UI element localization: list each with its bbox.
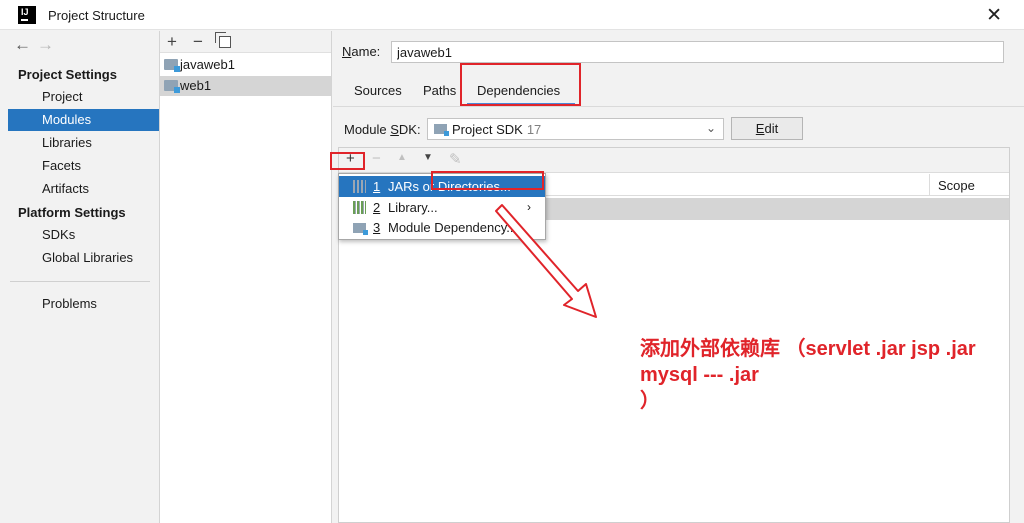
sdk-value: Project SDK	[452, 122, 523, 137]
annotation-line-3: ）	[640, 390, 660, 412]
sidebar-item-global-libraries[interactable]: Global Libraries	[8, 247, 159, 269]
sidebar-item-artifacts[interactable]: Artifacts	[8, 178, 159, 200]
annotation-line-2: mysql --- .jar	[640, 364, 759, 386]
close-icon[interactable]: ✕	[986, 4, 1002, 27]
sidebar-divider	[10, 281, 150, 282]
forward-arrow-icon[interactable]: →	[37, 35, 60, 54]
tabs-divider	[333, 106, 1024, 107]
menu-item-label: Module Dependency...	[388, 220, 518, 235]
window-title: Project Structure	[48, 8, 145, 23]
modules-list-panel: + − javaweb1 web1	[160, 31, 332, 523]
move-up-icon[interactable]: ▲	[397, 152, 407, 163]
module-sdk-label: Module SDK:	[344, 122, 421, 137]
move-down-icon[interactable]: ▼	[423, 152, 433, 163]
module-folder-icon	[164, 80, 180, 93]
modules-toolbar: + −	[160, 31, 331, 53]
tab-paths[interactable]: Paths	[423, 83, 456, 98]
module-item-label: javaweb1	[180, 57, 235, 72]
chevron-down-icon: ⌄	[705, 121, 716, 135]
sidebar-item-modules[interactable]: Modules	[8, 109, 159, 131]
module-item-web1[interactable]: web1	[160, 76, 331, 96]
sidebar-item-project[interactable]: Project	[8, 86, 159, 108]
edit-sdk-button[interactable]: Edit	[731, 117, 803, 140]
module-detail-panel: Name: Sources Paths Dependencies Module …	[333, 31, 1024, 523]
dependencies-tab-highlight	[460, 63, 581, 106]
scope-column-header[interactable]: Scope	[929, 174, 1009, 196]
sidebar-item-sdks[interactable]: SDKs	[8, 224, 159, 246]
intellij-app-icon: IJ	[18, 6, 36, 24]
menu-item-label: Library...	[388, 200, 438, 215]
copy-module-icon[interactable]	[215, 32, 231, 48]
remove-dependency-icon[interactable]: −	[372, 150, 381, 167]
platform-settings-header: Platform Settings	[18, 205, 126, 220]
sdk-version: 17	[526, 122, 542, 137]
add-module-icon[interactable]: +	[167, 32, 177, 52]
submenu-arrow-icon: ›	[527, 200, 531, 214]
history-navigation: ←→	[14, 35, 60, 55]
module-item-javaweb1[interactable]: javaweb1	[160, 55, 331, 75]
module-item-label: web1	[180, 78, 212, 93]
sidebar-item-problems[interactable]: Problems	[8, 293, 159, 315]
sdk-folder-icon	[434, 124, 449, 136]
jar-icon	[353, 180, 366, 193]
menu-item-module-dependency[interactable]: 3 Module Dependency...	[339, 217, 545, 238]
tab-sources[interactable]: Sources	[354, 83, 402, 98]
edit-pencil-icon[interactable]: ✎	[449, 150, 462, 168]
title-bar: IJ Project Structure ✕	[0, 0, 1024, 30]
back-arrow-icon[interactable]: ←	[14, 35, 37, 54]
module-icon	[353, 223, 368, 235]
module-sdk-dropdown[interactable]: Project SDK 17 ⌄	[427, 118, 724, 140]
remove-module-icon[interactable]: −	[193, 32, 203, 52]
dependencies-toolbar: + − ▲ ▼ ✎	[339, 148, 1009, 173]
annotation-line-1: 添加外部依赖库 （servlet .jar jsp .jar	[640, 338, 976, 360]
name-label: Name:	[342, 44, 381, 59]
library-icon	[353, 201, 366, 214]
project-settings-header: Project Settings	[18, 67, 117, 82]
module-name-input[interactable]	[391, 41, 1004, 63]
annotation-text: 添加外部依赖库 （servlet .jar jsp .jar mysql ---…	[640, 336, 1020, 414]
sidebar-item-libraries[interactable]: Libraries	[8, 132, 159, 154]
sidebar-item-facets[interactable]: Facets	[8, 155, 159, 177]
menu-item-library[interactable]: 2 Library... ›	[339, 197, 545, 218]
module-folder-icon	[164, 59, 180, 72]
settings-sidebar: ←→ Project Settings Project Modules Libr…	[0, 31, 160, 523]
jars-item-highlight	[431, 171, 544, 190]
add-button-highlight	[330, 152, 365, 170]
